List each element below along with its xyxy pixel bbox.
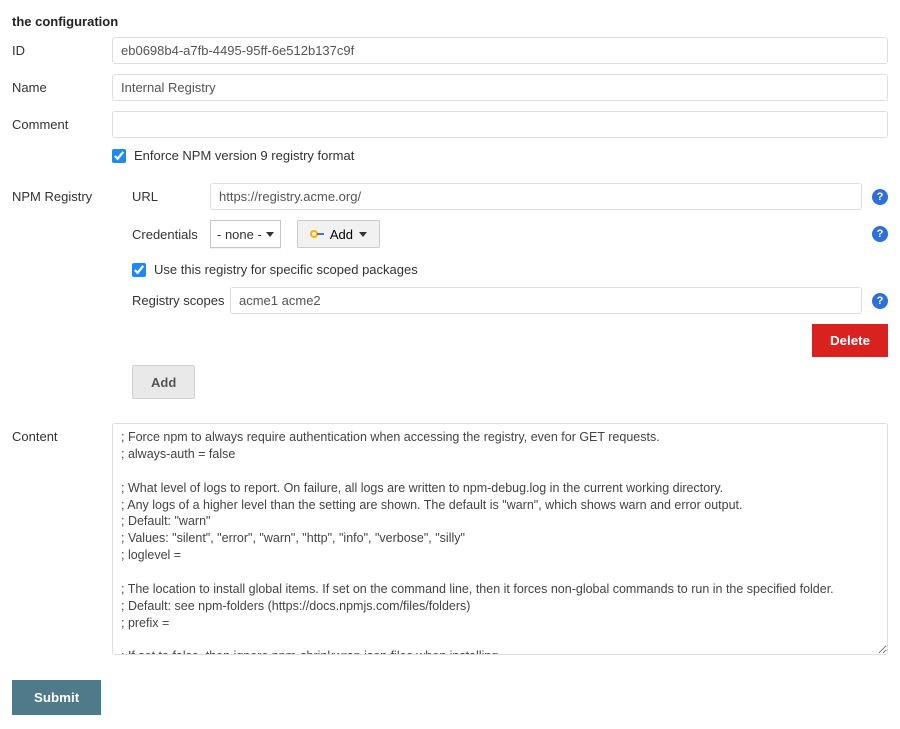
scopes-input[interactable] bbox=[230, 287, 862, 314]
help-icon[interactable]: ? bbox=[872, 293, 888, 309]
add-button[interactable]: Add bbox=[132, 365, 195, 399]
npm-registry-label: NPM Registry bbox=[12, 183, 100, 423]
content-textarea[interactable] bbox=[112, 423, 888, 655]
name-label: Name bbox=[12, 74, 100, 111]
credentials-select[interactable]: - none - bbox=[210, 220, 281, 248]
id-input[interactable] bbox=[112, 37, 888, 64]
enforce-v9-checkbox[interactable] bbox=[112, 149, 126, 163]
scopes-label: Registry scopes bbox=[132, 293, 230, 308]
key-icon bbox=[310, 230, 324, 238]
url-input[interactable] bbox=[210, 183, 862, 210]
comment-label: Comment bbox=[12, 111, 100, 148]
section-title: the configuration bbox=[12, 14, 888, 29]
help-icon[interactable]: ? bbox=[872, 226, 888, 242]
id-label: ID bbox=[12, 37, 100, 74]
help-icon[interactable]: ? bbox=[872, 189, 888, 205]
content-label: Content bbox=[12, 423, 100, 668]
configuration-form: the configuration ID Name Comment Enforc… bbox=[12, 14, 888, 668]
chevron-down-icon bbox=[266, 232, 274, 237]
comment-input[interactable] bbox=[112, 111, 888, 138]
submit-button[interactable]: Submit bbox=[12, 680, 101, 715]
add-credentials-button[interactable]: Add bbox=[297, 220, 380, 248]
credentials-label: Credentials bbox=[132, 227, 210, 242]
url-label: URL bbox=[132, 189, 210, 204]
name-input[interactable] bbox=[112, 74, 888, 101]
scoped-label: Use this registry for specific scoped pa… bbox=[154, 262, 418, 277]
delete-button[interactable]: Delete bbox=[812, 324, 888, 357]
chevron-down-icon bbox=[359, 232, 367, 237]
enforce-v9-label: Enforce NPM version 9 registry format bbox=[134, 148, 354, 163]
scoped-checkbox[interactable] bbox=[132, 263, 146, 277]
